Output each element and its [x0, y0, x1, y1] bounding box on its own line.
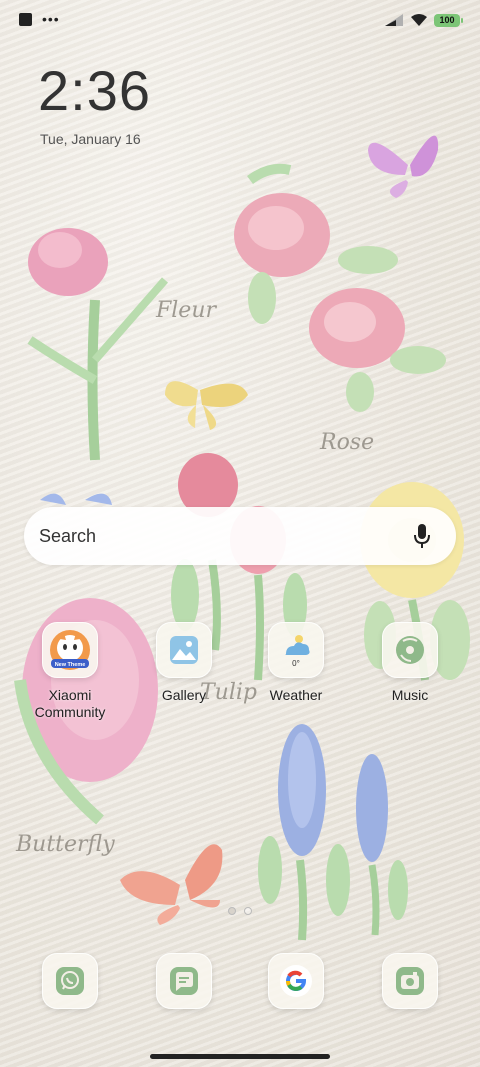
- dock-camera[interactable]: [382, 953, 438, 1009]
- whatsapp-icon: [56, 967, 84, 995]
- clock-time[interactable]: 2:36: [38, 58, 151, 123]
- status-bar: ••• 100: [0, 0, 480, 40]
- page-dot-1: [228, 907, 236, 915]
- microphone-icon[interactable]: [412, 522, 432, 550]
- app-music[interactable]: Music: [360, 622, 460, 704]
- wallpaper-text-butterfly: Butterfly: [16, 832, 115, 857]
- app-label-xiaomi-community: Xiaomi Community: [34, 687, 106, 720]
- app-label-music: Music: [391, 687, 429, 703]
- more-notifications-icon: •••: [42, 11, 60, 27]
- search-bar[interactable]: Search: [24, 507, 456, 565]
- app-weather[interactable]: 0° Weather: [246, 622, 346, 704]
- wallpaper-text-fleur: Fleur: [156, 298, 217, 323]
- status-right: 100: [384, 13, 463, 27]
- google-icon: [280, 965, 312, 997]
- dock-whatsapp[interactable]: [42, 953, 98, 1009]
- battery-icon: 100: [434, 13, 463, 27]
- messages-icon: [170, 967, 198, 995]
- weather-temp: 0°: [292, 659, 300, 668]
- camera-icon: [396, 967, 424, 995]
- app-gallery[interactable]: Gallery: [134, 622, 234, 704]
- status-left: •••: [19, 11, 60, 27]
- battery-level: 100: [439, 15, 455, 25]
- search-placeholder: Search: [39, 525, 97, 546]
- page-indicator: [228, 907, 252, 915]
- dock-messages[interactable]: [156, 953, 212, 1009]
- wifi-icon: [411, 14, 427, 26]
- signal-icon: [385, 14, 403, 26]
- page-dot-2: [244, 907, 252, 915]
- weather-icon: 0°: [268, 622, 324, 678]
- app-notification-icon: [19, 13, 32, 26]
- xiaomi-community-icon: New Theme: [42, 622, 98, 678]
- app-label-weather: Weather: [269, 687, 323, 703]
- clock-date[interactable]: Tue, January 16: [40, 131, 141, 147]
- gallery-icon: [156, 622, 212, 678]
- home-gesture-bar[interactable]: [150, 1054, 330, 1059]
- app-label-gallery: Gallery: [161, 687, 207, 703]
- app-xiaomi-community[interactable]: New Theme Xiaomi Community: [20, 622, 120, 721]
- xiaomi-badge-text: New Theme: [55, 662, 86, 668]
- music-icon: [382, 622, 438, 678]
- dock-google[interactable]: [268, 953, 324, 1009]
- wallpaper-text-rose: Rose: [320, 430, 375, 455]
